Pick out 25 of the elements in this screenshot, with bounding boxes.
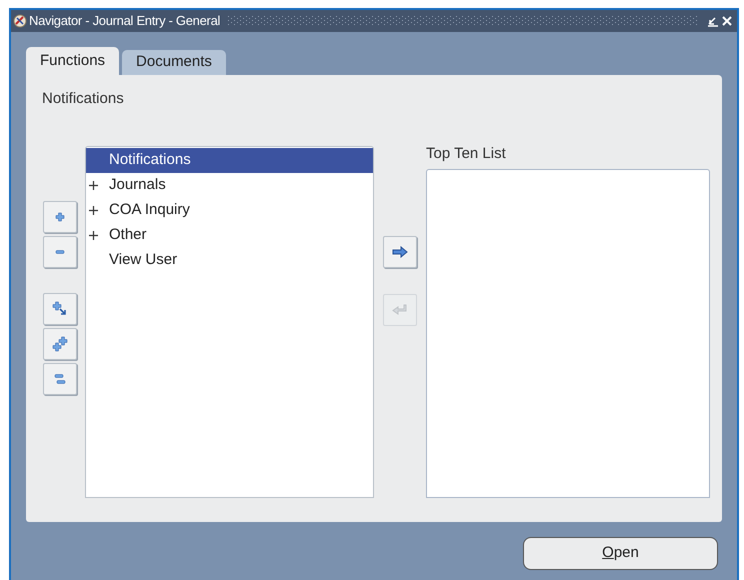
open-button[interactable]: Open: [523, 537, 718, 570]
app-icon: [13, 14, 27, 28]
section-label: Notifications: [42, 90, 124, 107]
right-arrow-icon: [392, 246, 408, 258]
expand-all-button[interactable]: [43, 328, 77, 360]
tree-item[interactable]: Journals: [86, 173, 373, 198]
tree-item[interactable]: View User: [86, 248, 373, 273]
double-minus-icon: [52, 371, 68, 387]
tree-item[interactable]: Other: [86, 223, 373, 248]
tab[interactable]: Documents: [122, 50, 226, 75]
minimize-icon[interactable]: [707, 15, 719, 27]
double-plus-icon: [52, 336, 68, 352]
expand-branch-button[interactable]: [43, 293, 77, 325]
close-icon[interactable]: [721, 15, 733, 27]
add-button[interactable]: [383, 236, 417, 268]
tab[interactable]: Functions: [26, 47, 120, 75]
expand-icon[interactable]: [89, 181, 98, 190]
expand-icon[interactable]: [89, 231, 98, 240]
return-arrow-icon: [392, 304, 408, 316]
tree-item[interactable]: Notifications: [86, 148, 373, 173]
window-title: Navigator - Journal Entry - General: [29, 12, 220, 30]
tree-item[interactable]: COA Inquiry: [86, 198, 373, 223]
list-label: Top Ten List: [426, 144, 507, 164]
plus-arrow-icon: [52, 301, 68, 317]
expand-icon[interactable]: [89, 206, 98, 215]
